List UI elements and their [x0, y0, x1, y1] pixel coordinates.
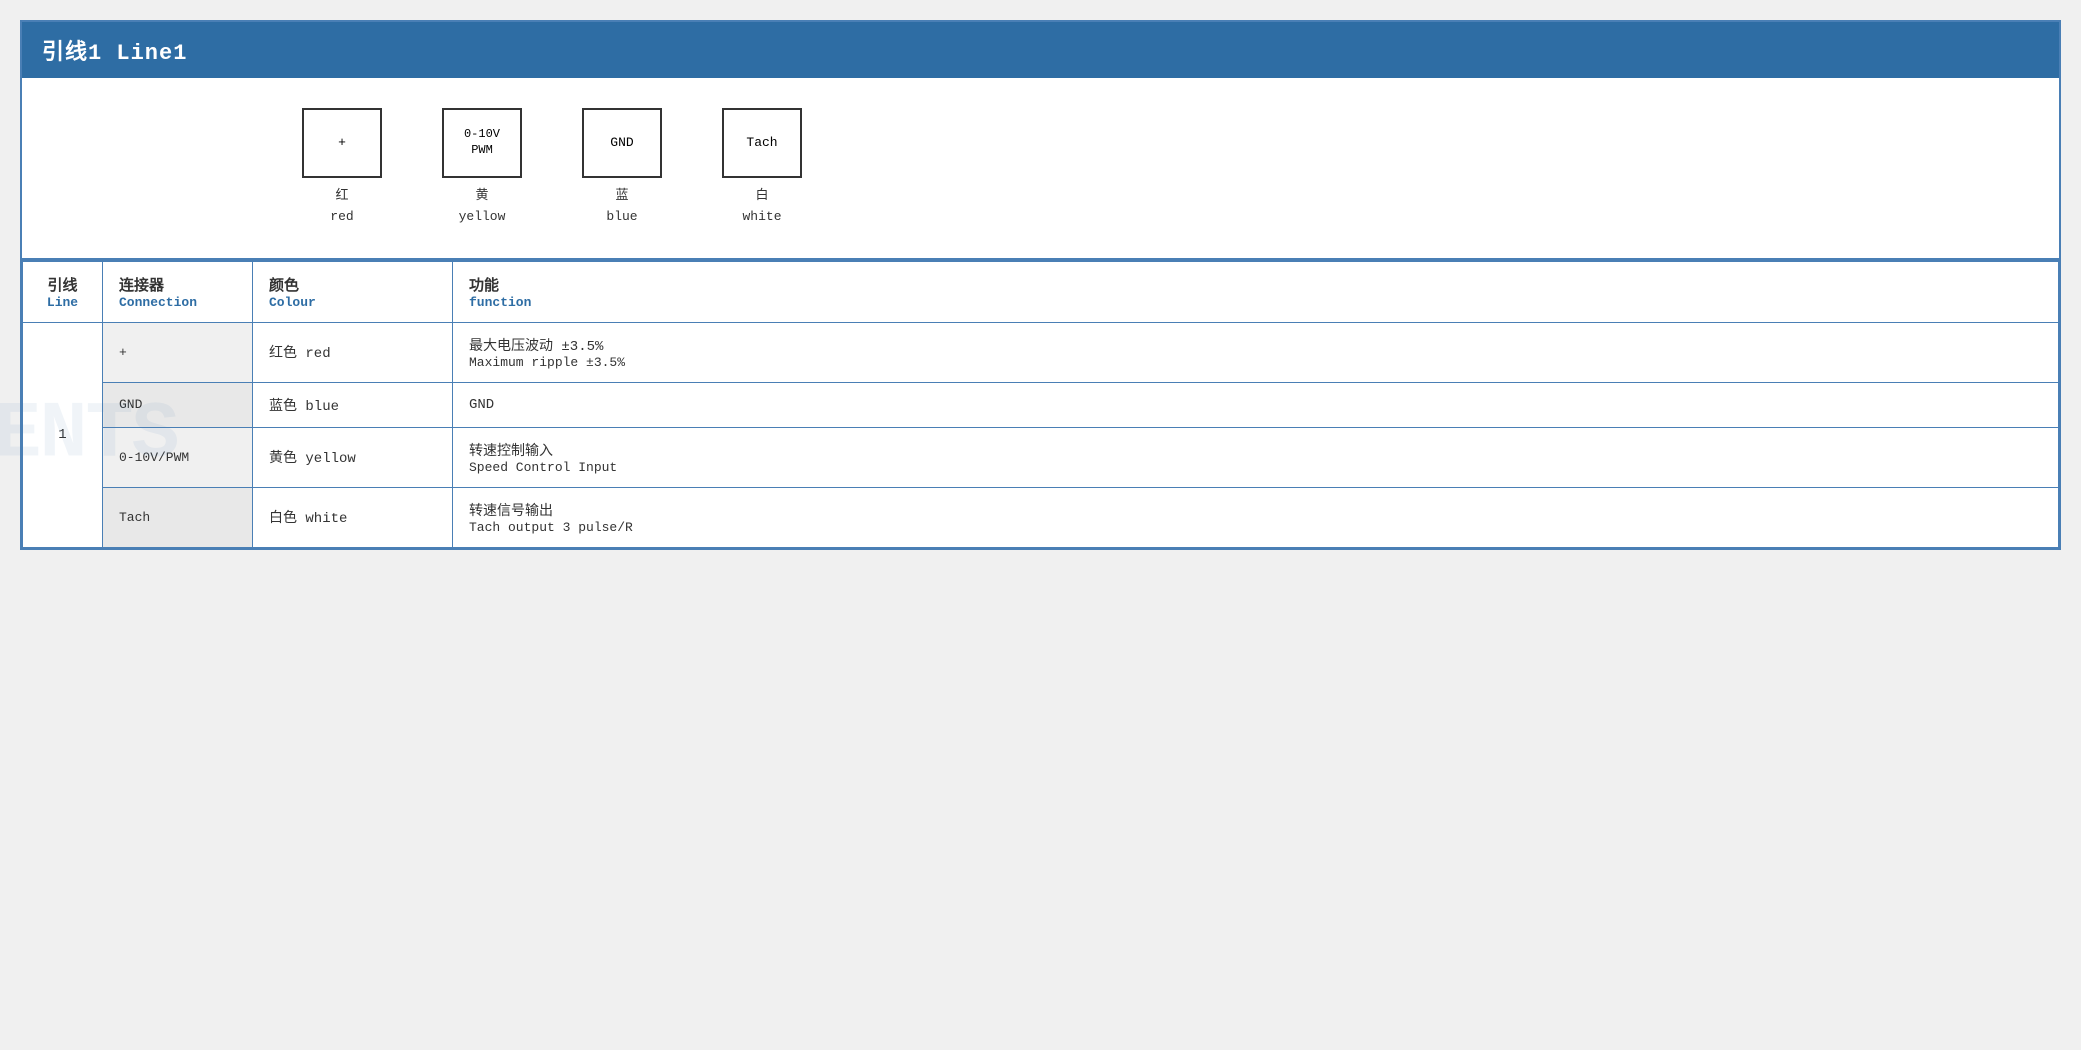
- col-header-connection: 连接器 Connection: [103, 261, 253, 323]
- connection-plus: +: [103, 322, 253, 382]
- page-container: 引线1 Line1 + 红 red 0-10VPWM 黄 yellow GND: [20, 20, 2061, 550]
- header-title: 引线1 Line1: [42, 41, 187, 66]
- function-gnd: GND: [453, 382, 2059, 427]
- colour-blue: 蓝色 blue: [253, 382, 453, 427]
- col-header-line: 引线 Line: [23, 261, 103, 323]
- connector-gnd: GND 蓝 blue: [582, 108, 662, 228]
- connection-tach: Tach: [103, 487, 253, 547]
- connector-label-pwm: 黄 yellow: [459, 186, 506, 228]
- function-speed-control: 转速控制输入 Speed Control Input: [453, 427, 2059, 487]
- table-row-2: GND 蓝色 blue GND: [23, 382, 2059, 427]
- connector-label-tach: 白 white: [742, 186, 781, 228]
- connector-tach: Tach 白 white: [722, 108, 802, 228]
- function-tach-output: 转速信号输出 Tach output 3 pulse/R: [453, 487, 2059, 547]
- col-header-function: 功能 function: [453, 261, 2059, 323]
- table-row-4: Tach 白色 white 转速信号输出 Tach output 3 pulse…: [23, 487, 2059, 547]
- connector-box-plus: +: [302, 108, 382, 178]
- main-table-container: 引线1 Line1 + 红 red 0-10VPWM 黄 yellow GND: [20, 20, 2061, 550]
- data-table: 引线 Line 连接器 Connection 颜色 Colour 功能 func…: [22, 260, 2059, 548]
- connection-pwm: 0-10V/PWM: [103, 427, 253, 487]
- connector-box-pwm: 0-10VPWM: [442, 108, 522, 178]
- colour-yellow: 黄色 yellow: [253, 427, 453, 487]
- col-header-colour: 颜色 Colour: [253, 261, 453, 323]
- colour-red: 红色 red: [253, 322, 453, 382]
- colour-white: 白色 white: [253, 487, 453, 547]
- table-header: 引线1 Line1: [22, 22, 2059, 78]
- connector-pwm: 0-10VPWM 黄 yellow: [442, 108, 522, 228]
- connection-gnd: GND: [103, 382, 253, 427]
- table-header-row: 引线 Line 连接器 Connection 颜色 Colour 功能 func…: [23, 261, 2059, 323]
- connector-plus: + 红 red: [302, 108, 382, 228]
- function-ripple: 最大电压波动 ±3.5% Maximum ripple ±3.5%: [453, 322, 2059, 382]
- connector-box-tach: Tach: [722, 108, 802, 178]
- table-row-1: 1 VENTS + 红色 red 最大电压波动 ±3.5% Maximum ri…: [23, 322, 2059, 382]
- line-number-1: 1 VENTS: [23, 322, 103, 547]
- connector-label-plus: 红 red: [330, 186, 353, 228]
- diagram-row: + 红 red 0-10VPWM 黄 yellow GND 蓝 blue: [22, 78, 2059, 260]
- connector-box-gnd: GND: [582, 108, 662, 178]
- table-row-3: 0-10V/PWM 黄色 yellow 转速控制输入 Speed Control…: [23, 427, 2059, 487]
- connector-label-gnd: 蓝 blue: [606, 186, 637, 228]
